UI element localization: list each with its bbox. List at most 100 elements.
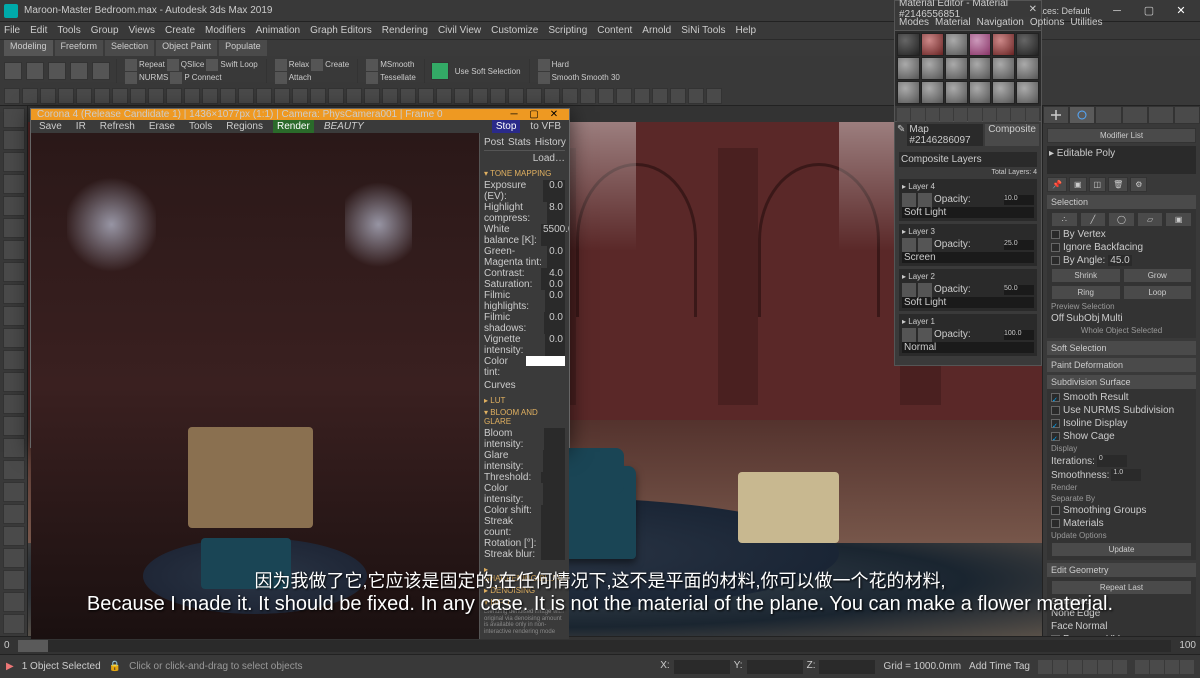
menu-grapheditors[interactable]: Graph Editors (310, 25, 372, 36)
material-name-field[interactable]: Map #2146286097 (907, 124, 983, 146)
shrink-button[interactable]: Shrink (1051, 268, 1121, 283)
lock-icon[interactable]: 🔒 (109, 661, 121, 672)
param-spinner[interactable] (543, 483, 565, 505)
toolbar-button[interactable] (562, 88, 578, 104)
menu-tools[interactable]: Tools (57, 25, 80, 36)
create-button[interactable]: Create (325, 60, 349, 69)
pin-stack-button[interactable]: 📌 (1047, 177, 1067, 192)
sg-checkbox[interactable] (1051, 506, 1060, 515)
rollout-header[interactable]: Subdivision Surface (1047, 375, 1196, 389)
next-frame-button[interactable] (1083, 660, 1097, 674)
minimize-button[interactable]: ─ (1102, 2, 1132, 20)
y-coord-field[interactable] (747, 660, 803, 674)
tool-button[interactable] (3, 548, 25, 568)
attach-button[interactable]: Attach (289, 73, 312, 82)
mated-close-button[interactable]: ✕ (1029, 4, 1037, 15)
toolbar-button[interactable] (436, 88, 452, 104)
menu-modifiers[interactable]: Modifiers (205, 25, 246, 36)
tool-button[interactable] (3, 372, 25, 392)
toolbar-button[interactable] (508, 88, 524, 104)
menu-animation[interactable]: Animation (256, 25, 300, 36)
tool-button[interactable] (3, 130, 25, 150)
timetag-button[interactable]: Add Time Tag (969, 661, 1030, 672)
ribbon-button[interactable] (4, 62, 22, 80)
vertex-subobj-button[interactable]: ∴ (1051, 212, 1078, 227)
toolbar-button[interactable] (256, 88, 272, 104)
blend-mode-dropdown[interactable]: Soft Light (902, 297, 1034, 308)
tonemap-section[interactable]: ▾ TONE MAPPING (484, 169, 565, 178)
toolbar-button[interactable] (526, 88, 542, 104)
ribbon-button[interactable] (48, 62, 66, 80)
vfb-max-button[interactable]: ▢ (525, 109, 543, 120)
border-subobj-button[interactable]: ◯ (1108, 212, 1135, 227)
tool-button[interactable] (3, 592, 25, 612)
vfb-regions-button[interactable]: Regions (222, 120, 267, 133)
blend-mode-dropdown[interactable]: Normal (902, 342, 1034, 353)
mated-menu-utilities[interactable]: Utilities (1070, 17, 1102, 30)
param-spinner[interactable] (544, 428, 565, 450)
param-spinner[interactable] (541, 505, 565, 516)
vfb-stop-button[interactable]: Stop (492, 120, 521, 133)
material-type-button[interactable]: Composite (985, 124, 1039, 146)
modifier-stack-item[interactable]: ▸ Editable Poly (1049, 148, 1194, 159)
menu-arnold[interactable]: Arnold (642, 25, 671, 36)
toolbar-button[interactable] (292, 88, 308, 104)
param-spinner[interactable]: 0.0 (544, 312, 565, 334)
toolbar-button[interactable] (94, 88, 110, 104)
constraint-normal-radio[interactable]: Normal (1075, 621, 1107, 632)
hierarchy-tab[interactable] (1095, 106, 1121, 124)
toolbar-button[interactable] (184, 88, 200, 104)
toolbar-button[interactable] (238, 88, 254, 104)
tool-button[interactable] (3, 460, 25, 480)
usesoft-button[interactable]: Use Soft Selection (455, 67, 521, 76)
presel-multi-radio[interactable]: Multi (1102, 313, 1123, 324)
toolbar-button[interactable] (634, 88, 650, 104)
nurms-button[interactable]: NURMS (139, 73, 168, 82)
close-button[interactable]: ✕ (1166, 2, 1196, 20)
material-swatch[interactable] (969, 81, 992, 104)
vfb-erase-button[interactable]: Erase (145, 120, 179, 133)
toolbar-button[interactable] (490, 88, 506, 104)
modify-tab[interactable] (1069, 106, 1095, 124)
smooth-button[interactable]: Smooth (552, 73, 580, 82)
maximize-button[interactable]: ▢ (1134, 2, 1164, 20)
material-swatch[interactable] (897, 33, 920, 56)
menu-scripting[interactable]: Scripting (548, 25, 587, 36)
layer-map-button[interactable] (902, 193, 916, 207)
toolbar-button[interactable] (382, 88, 398, 104)
unique-button[interactable]: ◫ (1089, 177, 1107, 192)
toolbar-button[interactable] (670, 88, 686, 104)
colortint-swatch[interactable] (526, 356, 565, 366)
toolbar-button[interactable] (112, 88, 128, 104)
toolbar-button[interactable] (40, 88, 56, 104)
time-slider[interactable] (18, 640, 48, 652)
presel-subobj-radio[interactable]: SubObj (1066, 313, 1099, 324)
toolbar-button[interactable] (454, 88, 470, 104)
material-swatch[interactable] (969, 33, 992, 56)
mated-tool-button[interactable] (911, 108, 924, 122)
material-swatch[interactable] (921, 81, 944, 104)
vfb-section[interactable]: ▸ LUT (484, 396, 565, 405)
mated-titlebar[interactable]: Material Editor - Material #2146556851 ✕ (895, 1, 1041, 17)
param-spinner[interactable] (541, 516, 565, 538)
smooth30-button[interactable]: Smooth 30 (581, 73, 620, 82)
vfb-ir-button[interactable]: IR (72, 120, 90, 133)
pick-icon[interactable]: ✎ (897, 124, 905, 146)
param-spinner[interactable] (541, 538, 565, 549)
toolbar-button[interactable] (166, 88, 182, 104)
opacity-spinner[interactable]: 50.0 (1004, 285, 1034, 295)
toolbar-button[interactable] (76, 88, 92, 104)
mat-checkbox[interactable] (1051, 519, 1060, 528)
curves-button[interactable]: Curves (484, 380, 516, 391)
goto-end-button[interactable] (1098, 660, 1112, 674)
qslice-button[interactable]: QSlice (181, 60, 205, 69)
mated-tool-button[interactable] (1011, 108, 1024, 122)
show-end-button[interactable]: ▣ (1069, 177, 1087, 192)
vfb-tab-history[interactable]: History (535, 137, 566, 148)
smoothness-spinner[interactable]: 1.0 (1111, 469, 1141, 481)
vfb-tovfb-button[interactable]: to VFB (526, 120, 565, 133)
tool-button[interactable] (3, 350, 25, 370)
toolbar-button[interactable] (130, 88, 146, 104)
vfb-section[interactable]: ▸ DENOISING (484, 586, 565, 595)
vfb-close-button[interactable]: ✕ (545, 109, 563, 120)
